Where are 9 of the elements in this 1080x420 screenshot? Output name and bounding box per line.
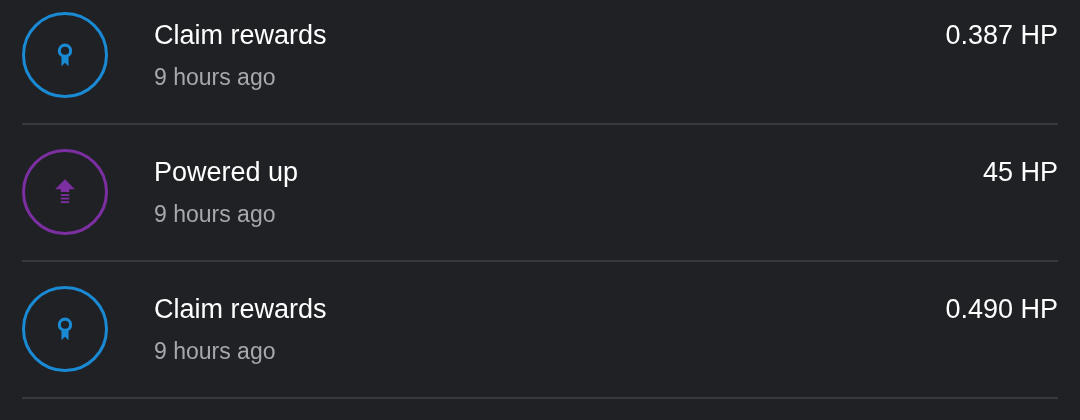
transaction-amount: 0.387 HP xyxy=(945,19,1058,52)
transaction-amount: 45 HP xyxy=(982,156,1058,189)
transaction-amount: 0.490 HP xyxy=(945,293,1058,326)
transaction-time: 9 hours ago xyxy=(154,337,277,366)
transaction-title: Claim rewards xyxy=(154,293,328,326)
transaction-title: Powered up xyxy=(154,156,300,189)
transaction-time: 9 hours ago xyxy=(154,63,277,92)
transaction-time: 9 hours ago xyxy=(154,200,277,229)
transaction-title: Claim rewards xyxy=(154,19,328,52)
